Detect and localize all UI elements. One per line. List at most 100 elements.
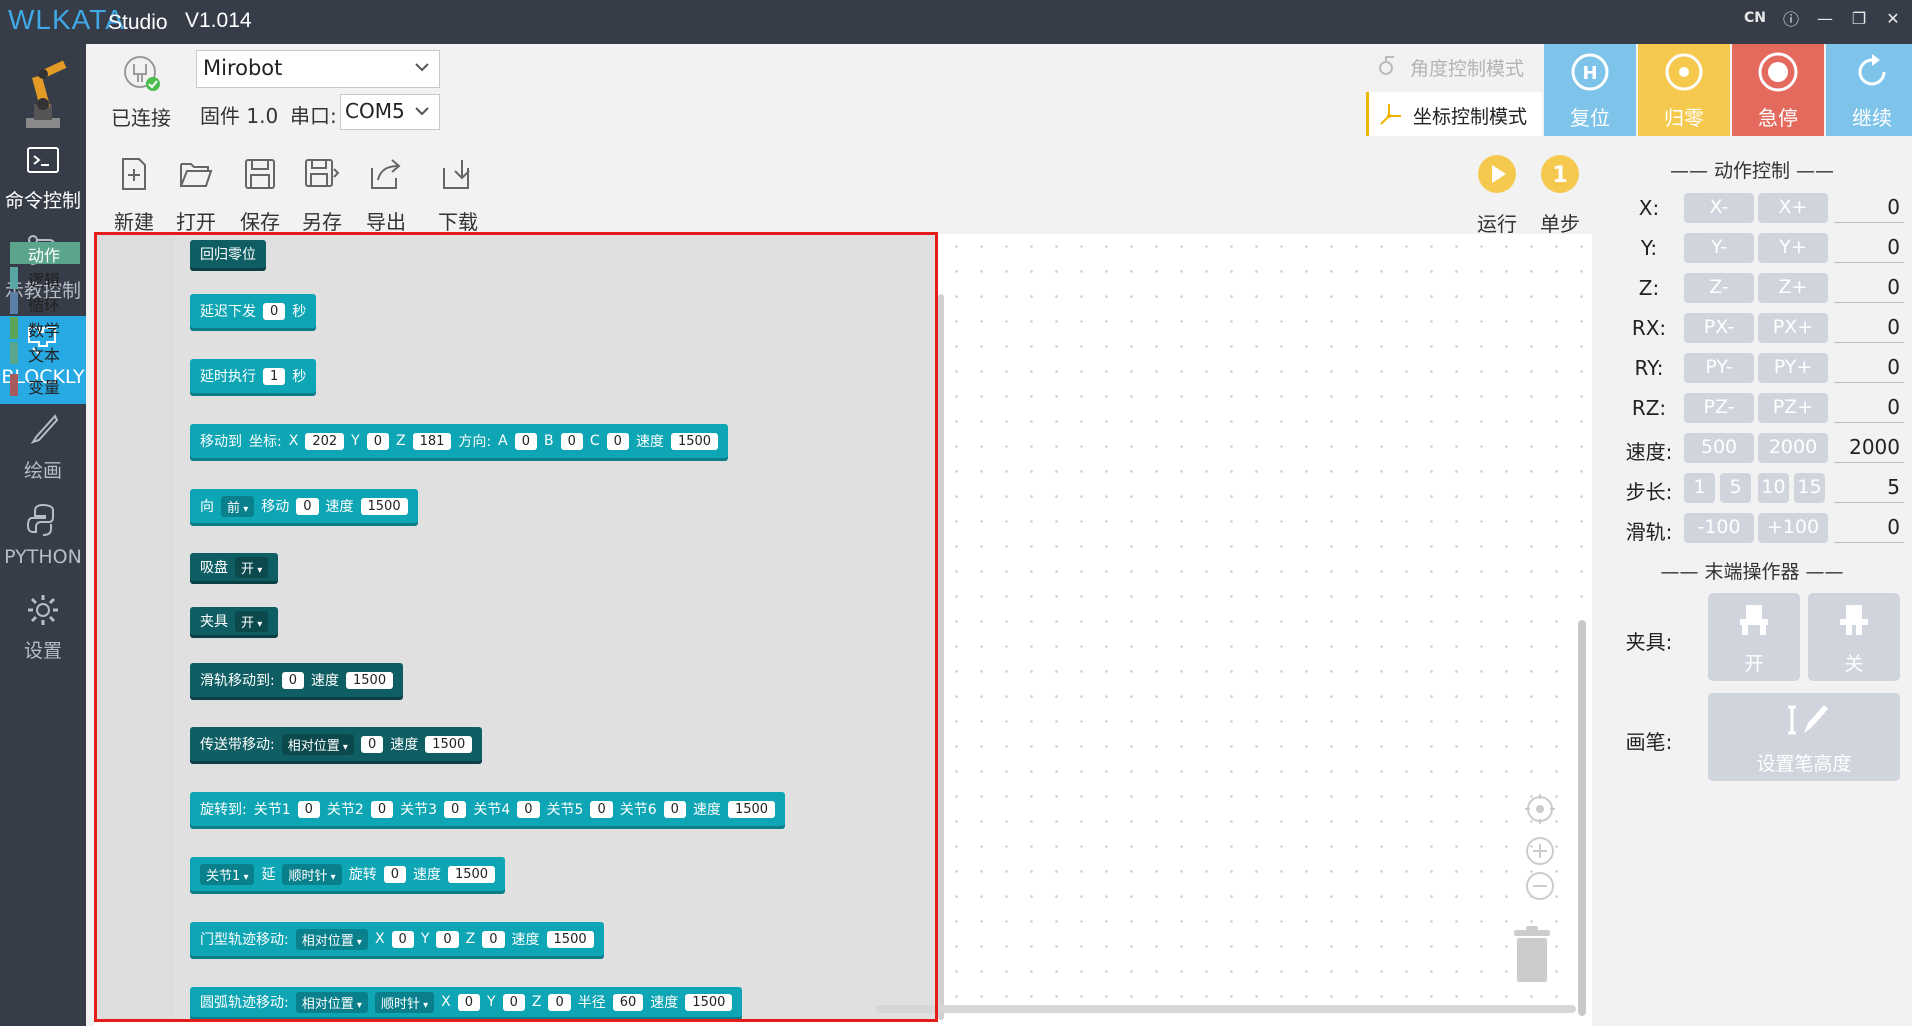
block-dropdown[interactable]: 前	[221, 495, 255, 517]
block-rail-move[interactable]: 滑轨移动到: 0 速度 1500	[190, 663, 404, 697]
run-button[interactable]: 运行	[1464, 154, 1530, 236]
block-field[interactable]: 0	[297, 800, 320, 818]
speed-option-2000[interactable]: 2000	[1758, 433, 1828, 463]
block-field[interactable]: 1500	[670, 432, 719, 450]
block-move-to[interactable]: 移动到 坐标: X 202 Y 0 Z 181 方向: A 0 B 0 C 0 …	[190, 424, 729, 458]
ry-value[interactable]: 0	[1834, 353, 1904, 383]
block-field[interactable]: 0	[560, 432, 583, 450]
block-dropdown[interactable]: 开	[235, 610, 269, 632]
x-minus-button[interactable]: X-	[1684, 193, 1754, 223]
block-field[interactable]: 1500	[546, 930, 594, 948]
speed-value[interactable]: 2000	[1834, 433, 1904, 463]
block-field[interactable]: 0	[370, 800, 394, 818]
block-dropdown[interactable]: 相对位置	[281, 733, 354, 755]
block-field[interactable]: 0	[457, 993, 481, 1011]
block-gate-move[interactable]: 门型轨迹移动: 相对位置 X 0 Y 0 Z 0 速度 1500	[190, 922, 604, 956]
block-field[interactable]: 60	[612, 993, 644, 1011]
save-as-button[interactable]: 另存	[292, 150, 352, 234]
minimize-icon[interactable]: —	[1816, 9, 1834, 28]
block-gripper[interactable]: 夹具 开	[190, 607, 279, 635]
y-minus-button[interactable]: Y-	[1684, 233, 1754, 263]
rz-plus-button[interactable]: PZ+	[1758, 393, 1828, 423]
rail-minus-button[interactable]: -100	[1684, 513, 1754, 543]
block-dropdown[interactable]: 顺时针	[282, 863, 342, 885]
resume-button[interactable]: 继续	[1826, 44, 1912, 136]
maximize-icon[interactable]: ❐	[1850, 9, 1868, 28]
angle-mode-button[interactable]: 角度控制模式	[1366, 44, 1542, 88]
block-field[interactable]: 1500	[346, 671, 394, 689]
trash-icon[interactable]	[1512, 926, 1552, 984]
block-joint-rotate[interactable]: 关节1 延 顺时针 旋转 0 速度 1500	[190, 857, 506, 891]
block-field[interactable]: 0	[360, 735, 384, 753]
canvas-vertical-scrollbar[interactable]	[1578, 620, 1586, 1016]
sidebar-item-draw[interactable]: 绘画	[0, 406, 86, 494]
language-switch[interactable]: CN	[1744, 10, 1766, 26]
block-field[interactable]: 1500	[425, 735, 473, 753]
block-field[interactable]: 1500	[360, 497, 408, 515]
sidebar-item-python[interactable]: PYTHON	[0, 496, 86, 584]
block-field[interactable]: 0	[296, 497, 319, 515]
block-arc-move[interactable]: 圆弧轨迹移动: 相对位置 顺时针 X 0 Y 0 Z 0 半径 60 速度 15…	[190, 987, 743, 1017]
z-minus-button[interactable]: Z-	[1684, 273, 1754, 303]
block-field[interactable]: 0	[548, 993, 571, 1011]
block-field[interactable]: 202	[305, 432, 345, 450]
save-button[interactable]: 保存	[230, 150, 290, 234]
block-field[interactable]: 0	[436, 930, 459, 948]
y-plus-button[interactable]: Y+	[1758, 233, 1828, 263]
rx-plus-button[interactable]: PX+	[1758, 313, 1828, 343]
step-value[interactable]: 5	[1834, 473, 1904, 503]
reset-button[interactable]: H 复位	[1544, 44, 1636, 136]
block-field[interactable]: 0	[663, 800, 686, 818]
step-option-1[interactable]: 1	[1684, 473, 1715, 503]
block-field[interactable]: 0	[281, 671, 304, 689]
sidebar-item-command[interactable]: 命令控制	[0, 136, 86, 224]
block-field[interactable]: 1500	[727, 800, 776, 818]
block-field[interactable]: 1500	[447, 865, 496, 883]
rx-value[interactable]: 0	[1834, 313, 1904, 343]
category-text[interactable]: 文本	[10, 342, 80, 365]
block-field[interactable]: 0	[606, 432, 629, 450]
block-field[interactable]: 0	[366, 432, 389, 450]
set-pen-height-button[interactable]: 设置笔高度	[1708, 693, 1900, 781]
block-delay-send[interactable]: 延迟下发 0 秒	[190, 294, 317, 328]
block-dropdown[interactable]: 相对位置	[295, 991, 368, 1013]
block-dropdown[interactable]: 顺时针	[374, 991, 435, 1013]
model-select[interactable]: Mirobot	[196, 50, 440, 88]
category-loop[interactable]: 循环	[10, 292, 80, 315]
block-field[interactable]: 0	[391, 930, 414, 948]
block-field[interactable]: 0	[482, 930, 505, 948]
block-field[interactable]: 0	[383, 865, 406, 883]
block-field[interactable]: 0	[517, 800, 540, 818]
z-value[interactable]: 0	[1834, 273, 1904, 303]
flyout-scrollbar[interactable]	[938, 294, 944, 1020]
zoom-out-icon[interactable]	[1524, 870, 1556, 902]
speed-option-500[interactable]: 500	[1684, 433, 1754, 463]
block-home[interactable]: 回归零位	[190, 240, 266, 268]
coord-mode-button[interactable]: 坐标控制模式	[1366, 92, 1542, 136]
info-icon[interactable]: ⓘ	[1782, 6, 1800, 30]
block-field[interactable]: 1	[263, 367, 286, 385]
step-option-10[interactable]: 10	[1758, 473, 1789, 503]
x-value[interactable]: 0	[1834, 193, 1904, 223]
export-button[interactable]: 导出	[356, 150, 416, 234]
step-option-5[interactable]: 5	[1720, 473, 1751, 503]
step-option-15[interactable]: 15	[1794, 473, 1825, 503]
port-select[interactable]: COM5	[340, 94, 440, 130]
block-dropdown[interactable]: 开	[235, 556, 269, 578]
home-button[interactable]: 归零	[1638, 44, 1730, 136]
rail-value[interactable]: 0	[1834, 513, 1904, 543]
new-button[interactable]: 新建	[104, 150, 164, 234]
sidebar-item-settings[interactable]: 设置	[0, 586, 86, 674]
block-field[interactable]: 1500	[685, 993, 733, 1011]
block-move-direction[interactable]: 向 前 移动 0 速度 1500	[190, 489, 418, 523]
open-button[interactable]: 打开	[166, 150, 226, 234]
block-delay-exec[interactable]: 延时执行 1 秒	[190, 359, 317, 393]
download-button[interactable]: 下载	[428, 150, 488, 234]
gripper-close-button[interactable]: 关	[1808, 593, 1900, 681]
zoom-in-icon[interactable]	[1524, 835, 1556, 867]
ry-plus-button[interactable]: PY+	[1758, 353, 1828, 383]
x-plus-button[interactable]: X+	[1758, 193, 1828, 223]
category-math[interactable]: 数学	[10, 317, 80, 340]
connection-icon[interactable]	[120, 52, 162, 94]
z-plus-button[interactable]: Z+	[1758, 273, 1828, 303]
